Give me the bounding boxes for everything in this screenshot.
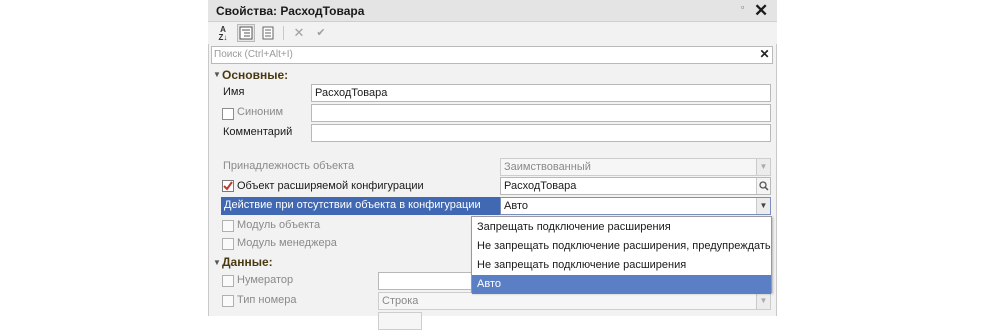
synonym-checkbox[interactable] [222,108,234,120]
number-type-label: Тип номера [237,294,297,306]
name-value: РасходТовара [315,87,388,99]
numerator-checkbox[interactable] [222,275,234,287]
extended-object-field[interactable]: РасходТовара [500,177,771,195]
action-label: Действие при отсутствии объекта в конфиг… [224,199,481,211]
object-module-label: Модуль объекта [237,219,321,231]
comment-label: Комментарий [223,126,293,138]
dropdown-option[interactable]: Не запрещать подключение расширения, пре… [472,237,771,256]
search-input[interactable] [214,47,754,62]
search-clear-icon[interactable]: ✕ [757,47,772,62]
categories-icon[interactable] [237,24,255,42]
synonym-field[interactable] [311,104,771,122]
name-field[interactable]: РасходТовара [311,84,771,102]
action-select[interactable]: Авто ▼ [500,197,771,215]
dropdown-option[interactable]: Не запрещать подключение расширения [472,256,771,275]
group-basic-label: Основные: [222,68,289,82]
sort-alpha-icon[interactable]: A Z↓ [214,24,232,42]
extended-object-label: Объект расширяемой конфигурации [237,180,424,192]
object-module-checkbox[interactable] [222,220,234,232]
clear-icon[interactable]: ✕ [290,24,308,42]
ownership-select[interactable]: Заимствованный ▼ [500,158,771,176]
apply-icon[interactable]: ✔ [312,24,330,42]
group-data-label: Данные: [222,255,273,269]
number-type-select[interactable]: Строка ▼ [378,292,771,310]
action-dropdown-menu: Запрещать подключение расширения Не запр… [471,216,772,294]
partial-field[interactable] [378,312,422,330]
collapse-triangle-icon[interactable]: ▼ [213,258,221,267]
search-icon[interactable] [756,178,770,194]
manager-module-checkbox[interactable] [222,238,234,250]
chevron-down-icon[interactable]: ▼ [756,198,770,214]
chevron-down-icon[interactable]: ▼ [756,159,770,175]
extended-object-checkbox[interactable] [222,180,234,192]
collapse-triangle-icon[interactable]: ▼ [213,70,221,79]
action-value: Авто [504,200,528,212]
checkmark-icon [223,181,233,191]
number-type-value: Строка [382,295,419,307]
toolbar-separator [283,26,284,40]
synonym-label: Синоним [237,106,284,118]
ownership-value: Заимствованный [504,161,591,173]
ownership-label: Принадлежность объекта [223,160,355,172]
chevron-down-icon[interactable]: ▼ [756,293,770,309]
dropdown-option-selected[interactable]: Авто [472,275,771,294]
numerator-label: Нумератор [237,274,294,286]
manager-module-label: Модуль менеджера [237,237,337,249]
filter-icon[interactable] [259,24,277,42]
number-type-checkbox[interactable] [222,295,234,307]
window-title: Свойства: РасходТовара [216,4,365,18]
comment-field[interactable] [311,124,771,142]
close-icon[interactable]: ✕ [754,0,768,22]
extended-object-value: РасходТовара [504,180,577,192]
numerator-field[interactable] [378,272,472,290]
pin-icon[interactable]: ▫ [741,2,744,12]
dropdown-option[interactable]: Запрещать подключение расширения [472,218,771,237]
name-label: Имя [223,86,245,98]
